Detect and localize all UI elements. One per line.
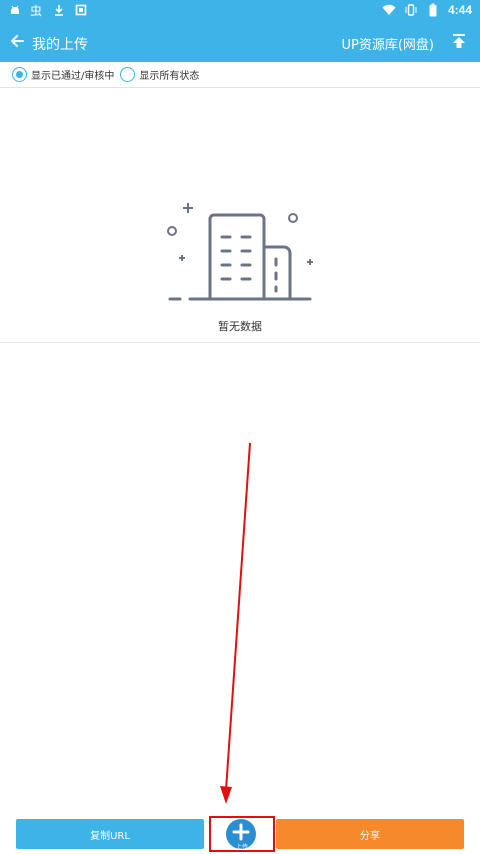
radio-checked-icon <box>12 67 27 82</box>
filter-bar: 显示已通过/审核中 显示所有状态 <box>0 62 480 88</box>
back-button[interactable] <box>5 31 29 55</box>
status-bar: 虫 4:44 <box>0 0 480 24</box>
bug-icon: 虫 <box>30 3 44 17</box>
radio-approved-label: 显示已通过/审核中 <box>31 71 115 82</box>
square-icon <box>74 3 88 17</box>
highlight-box: 上传 <box>209 816 275 852</box>
building-icon <box>160 195 320 305</box>
radio-all-status[interactable]: 显示所有状态 <box>120 67 199 82</box>
copy-url-button[interactable]: 复制URL <box>16 819 204 849</box>
app-bar: 我的上传 UP资源库(网盘) <box>0 24 480 62</box>
upload-top-button[interactable] <box>448 32 470 54</box>
bottom-action-bar: 复制URL 上传 分享 <box>0 816 480 854</box>
vibrate-icon <box>404 3 418 17</box>
svg-text:虫: 虫 <box>30 4 42 17</box>
empty-text: 暂无数据 <box>218 320 262 333</box>
status-time: 4:44 <box>447 3 472 17</box>
radio-approved[interactable]: 显示已通过/审核中 <box>12 67 114 82</box>
repo-link[interactable]: UP资源库(网盘) <box>342 34 435 53</box>
upload-icon <box>451 33 467 53</box>
share-button[interactable]: 分享 <box>276 819 464 849</box>
radio-unchecked-icon <box>120 67 136 82</box>
android-debug-icon <box>8 3 22 17</box>
battery-icon <box>426 3 440 17</box>
page-title: 我的上传 <box>32 37 88 53</box>
download-icon <box>52 3 66 17</box>
wifi-icon <box>382 3 396 17</box>
add-upload-label: 上传 <box>235 844 248 851</box>
arrow-left-icon <box>9 33 25 53</box>
radio-all-status-label: 显示所有状态 <box>139 71 200 82</box>
